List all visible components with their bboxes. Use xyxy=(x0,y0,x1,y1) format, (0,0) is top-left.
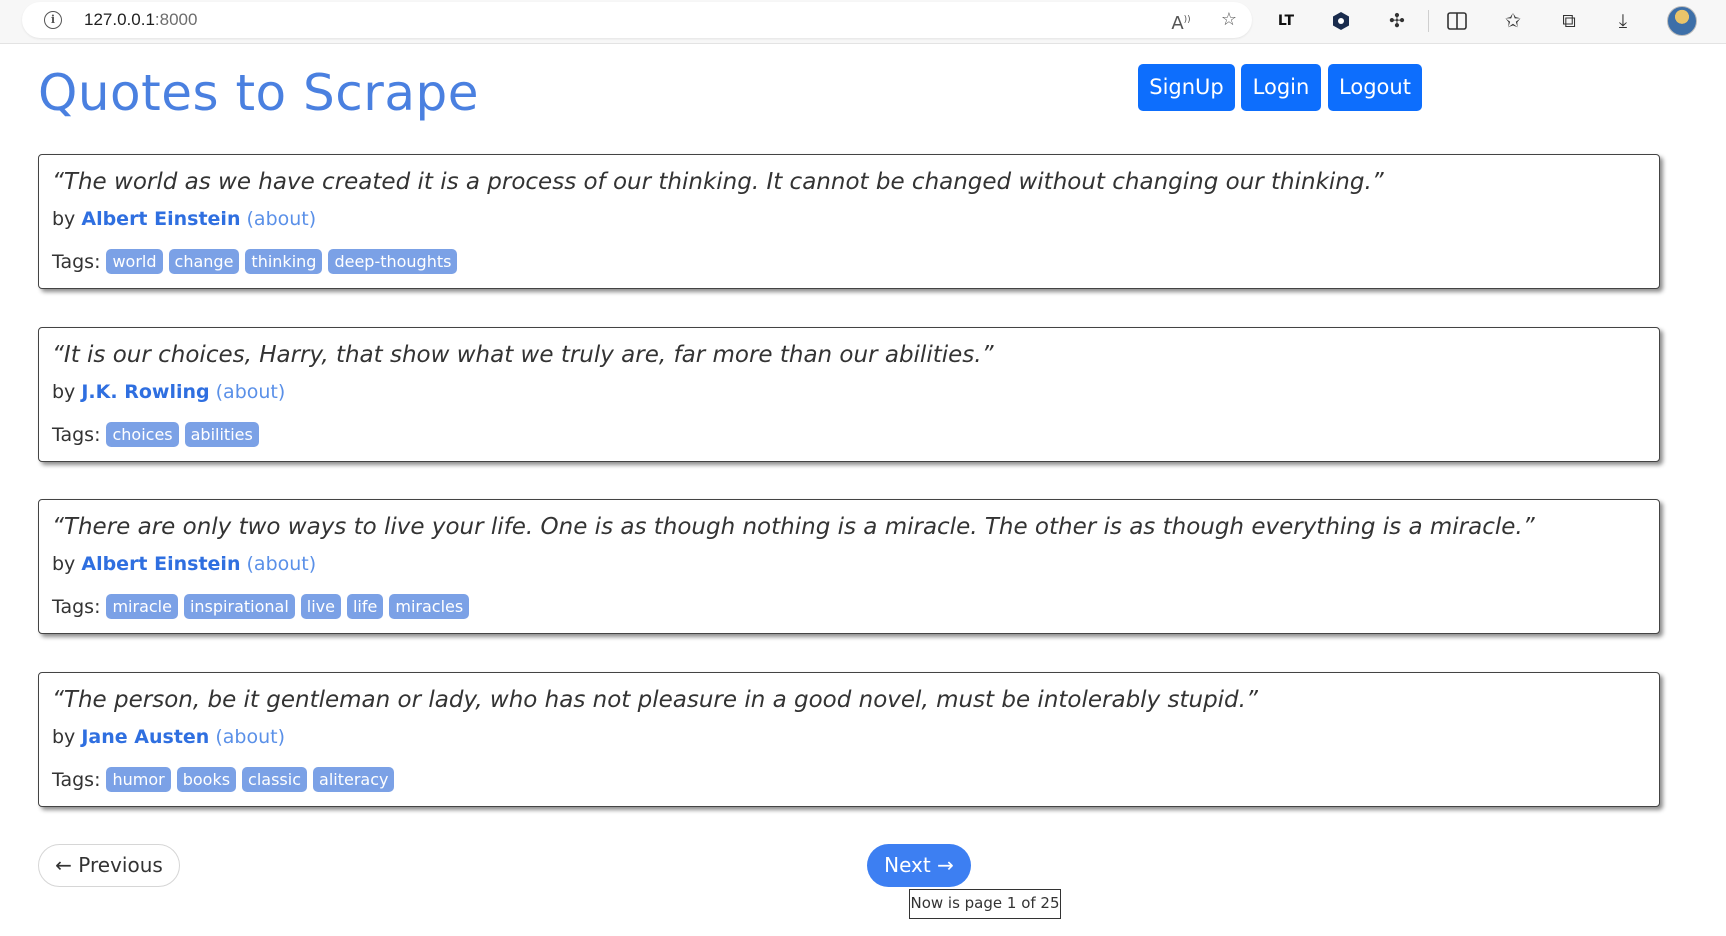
tag-link[interactable]: world xyxy=(106,249,163,274)
quote-attribution: by Jane Austen (about) xyxy=(52,726,285,748)
url-text[interactable]: 127.0.0.1:8000 xyxy=(84,10,197,30)
quote-attribution: by Albert Einstein (about) xyxy=(52,208,316,230)
tag-link[interactable]: deep-thoughts xyxy=(328,249,458,274)
download-icon[interactable]: ⤓ xyxy=(1610,8,1636,34)
quote-text: “The world as we have created it is a pr… xyxy=(52,169,1384,195)
quote-attribution: by J.K. Rowling (about) xyxy=(52,381,285,403)
by-label: by xyxy=(52,726,76,748)
tag-link[interactable]: live xyxy=(300,594,341,619)
shield-extension-icon[interactable] xyxy=(1328,8,1354,34)
author-name: Albert Einstein xyxy=(81,553,241,575)
profile-avatar[interactable] xyxy=(1667,6,1697,36)
quote-text: “There are only two ways to live your li… xyxy=(52,514,1535,540)
tag-link[interactable]: aliteracy xyxy=(313,767,395,792)
quote-tags: Tags: humor books classic aliteracy xyxy=(52,767,395,792)
lt-extension-icon[interactable]: LT xyxy=(1273,8,1299,34)
author-name: J.K. Rowling xyxy=(81,381,210,403)
browser-toolbar: i 127.0.0.1:8000 A)) ☆ LT ✣ ✩ ⧉ ⤓ xyxy=(0,0,1726,44)
quote-tags: Tags: world change thinking deep-thought… xyxy=(52,249,458,274)
tags-label: Tags: xyxy=(52,595,101,618)
quote-text: “It is our choices, Harry, that show wha… xyxy=(52,342,994,368)
tags-label: Tags: xyxy=(52,250,101,273)
url-host: 127.0.0.1 xyxy=(84,10,155,29)
author-name: Jane Austen xyxy=(81,726,210,748)
split-screen-icon[interactable] xyxy=(1444,8,1470,34)
tag-link[interactable]: humor xyxy=(106,767,171,792)
next-button[interactable]: Next → xyxy=(867,844,971,887)
about-link[interactable]: (about) xyxy=(215,726,285,748)
read-aloud-icon[interactable]: A)) xyxy=(1170,9,1192,34)
author-name: Albert Einstein xyxy=(81,208,241,230)
by-label: by xyxy=(52,208,76,230)
about-link[interactable]: (about) xyxy=(247,553,317,575)
previous-button[interactable]: ← Previous xyxy=(38,844,180,887)
tag-link[interactable]: change xyxy=(168,249,240,274)
address-bar[interactable]: i 127.0.0.1:8000 A)) ☆ xyxy=(22,2,1252,38)
quote-card: “There are only two ways to live your li… xyxy=(38,499,1660,634)
login-button[interactable]: Login xyxy=(1241,64,1321,111)
quote-card: “The world as we have created it is a pr… xyxy=(38,154,1660,289)
quote-text: “The person, be it gentleman or lady, wh… xyxy=(52,687,1258,713)
tag-link[interactable]: life xyxy=(346,594,384,619)
signup-button[interactable]: SignUp xyxy=(1138,64,1235,111)
tags-label: Tags: xyxy=(52,423,101,446)
url-port: :8000 xyxy=(154,10,198,29)
tag-link[interactable]: miracles xyxy=(389,594,470,619)
quote-attribution: by Albert Einstein (about) xyxy=(52,553,316,575)
about-link[interactable]: (about) xyxy=(247,208,317,230)
quote-card: “The person, be it gentleman or lady, wh… xyxy=(38,672,1660,807)
toolbar-divider xyxy=(1428,10,1429,32)
tags-label: Tags: xyxy=(52,768,101,791)
tag-link[interactable]: inspirational xyxy=(183,594,295,619)
tag-link[interactable]: choices xyxy=(106,422,179,447)
page-status-tooltip: Now is page 1 of 25 xyxy=(909,889,1061,919)
quote-tags: Tags: choices abilities xyxy=(52,422,259,447)
logout-button[interactable]: Logout xyxy=(1328,64,1422,111)
extensions-puzzle-icon[interactable]: ✣ xyxy=(1384,8,1410,34)
by-label: by xyxy=(52,381,76,403)
tag-link[interactable]: classic xyxy=(242,767,308,792)
by-label: by xyxy=(52,553,76,575)
tag-link[interactable]: books xyxy=(176,767,237,792)
info-icon[interactable]: i xyxy=(44,11,62,29)
collections-icon[interactable]: ⧉ xyxy=(1556,8,1582,34)
page-title[interactable]: Quotes to Scrape xyxy=(38,64,479,122)
tag-link[interactable]: miracle xyxy=(106,594,178,619)
favorite-star-icon[interactable]: ☆ xyxy=(1218,9,1240,31)
tag-link[interactable]: thinking xyxy=(245,249,323,274)
tag-link[interactable]: abilities xyxy=(184,422,259,447)
quote-tags: Tags: miracle inspirational live life mi… xyxy=(52,594,470,619)
about-link[interactable]: (about) xyxy=(216,381,286,403)
quote-card: “It is our choices, Harry, that show wha… xyxy=(38,327,1660,462)
favorites-list-icon[interactable]: ✩ xyxy=(1500,8,1526,34)
